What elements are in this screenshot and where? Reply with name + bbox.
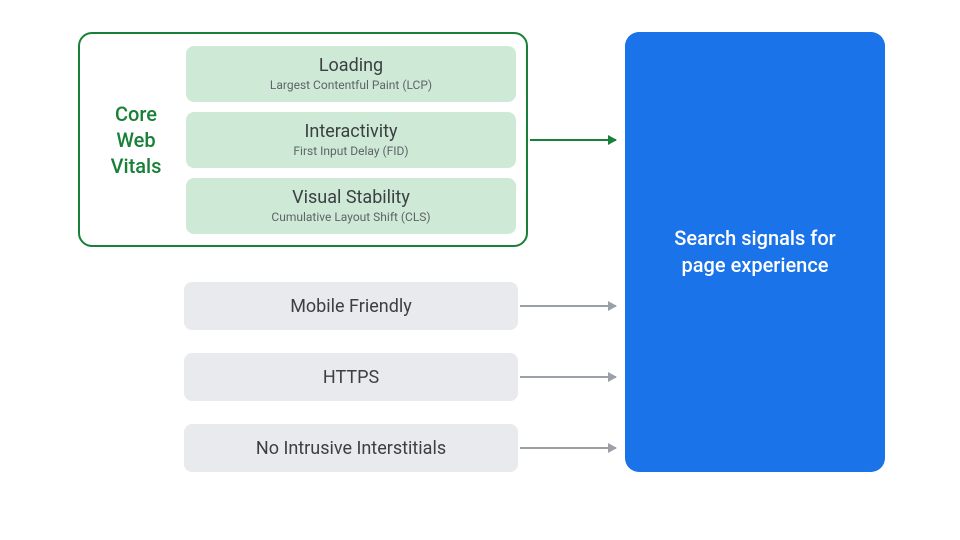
search-signals-box: Search signals for page experience bbox=[625, 32, 885, 472]
metric-subtitle: First Input Delay (FID) bbox=[196, 144, 506, 158]
metric-list: Loading Largest Contentful Paint (LCP) I… bbox=[186, 46, 516, 234]
arrow-https bbox=[520, 376, 616, 378]
core-web-vitals-box: CoreWebVitals Loading Largest Contentful… bbox=[78, 32, 528, 247]
arrow-cwv bbox=[530, 139, 616, 141]
diagram-canvas: CoreWebVitals Loading Largest Contentful… bbox=[0, 0, 960, 540]
core-web-vitals-label: CoreWebVitals bbox=[86, 101, 186, 179]
metric-subtitle: Largest Contentful Paint (LCP) bbox=[196, 78, 506, 92]
metric-title: Interactivity bbox=[196, 121, 506, 142]
metric-title: Loading bbox=[196, 55, 506, 76]
metric-visual-stability: Visual Stability Cumulative Layout Shift… bbox=[186, 178, 516, 234]
metric-subtitle: Cumulative Layout Shift (CLS) bbox=[196, 210, 506, 224]
metric-title: Visual Stability bbox=[196, 187, 506, 208]
metric-loading: Loading Largest Contentful Paint (LCP) bbox=[186, 46, 516, 102]
metric-interactivity: Interactivity First Input Delay (FID) bbox=[186, 112, 516, 168]
arrow-interstitials bbox=[520, 447, 616, 449]
arrow-mobile bbox=[520, 305, 616, 307]
signal-no-interstitials: No Intrusive Interstitials bbox=[184, 424, 518, 472]
signal-mobile-friendly: Mobile Friendly bbox=[184, 282, 518, 330]
signal-https: HTTPS bbox=[184, 353, 518, 401]
